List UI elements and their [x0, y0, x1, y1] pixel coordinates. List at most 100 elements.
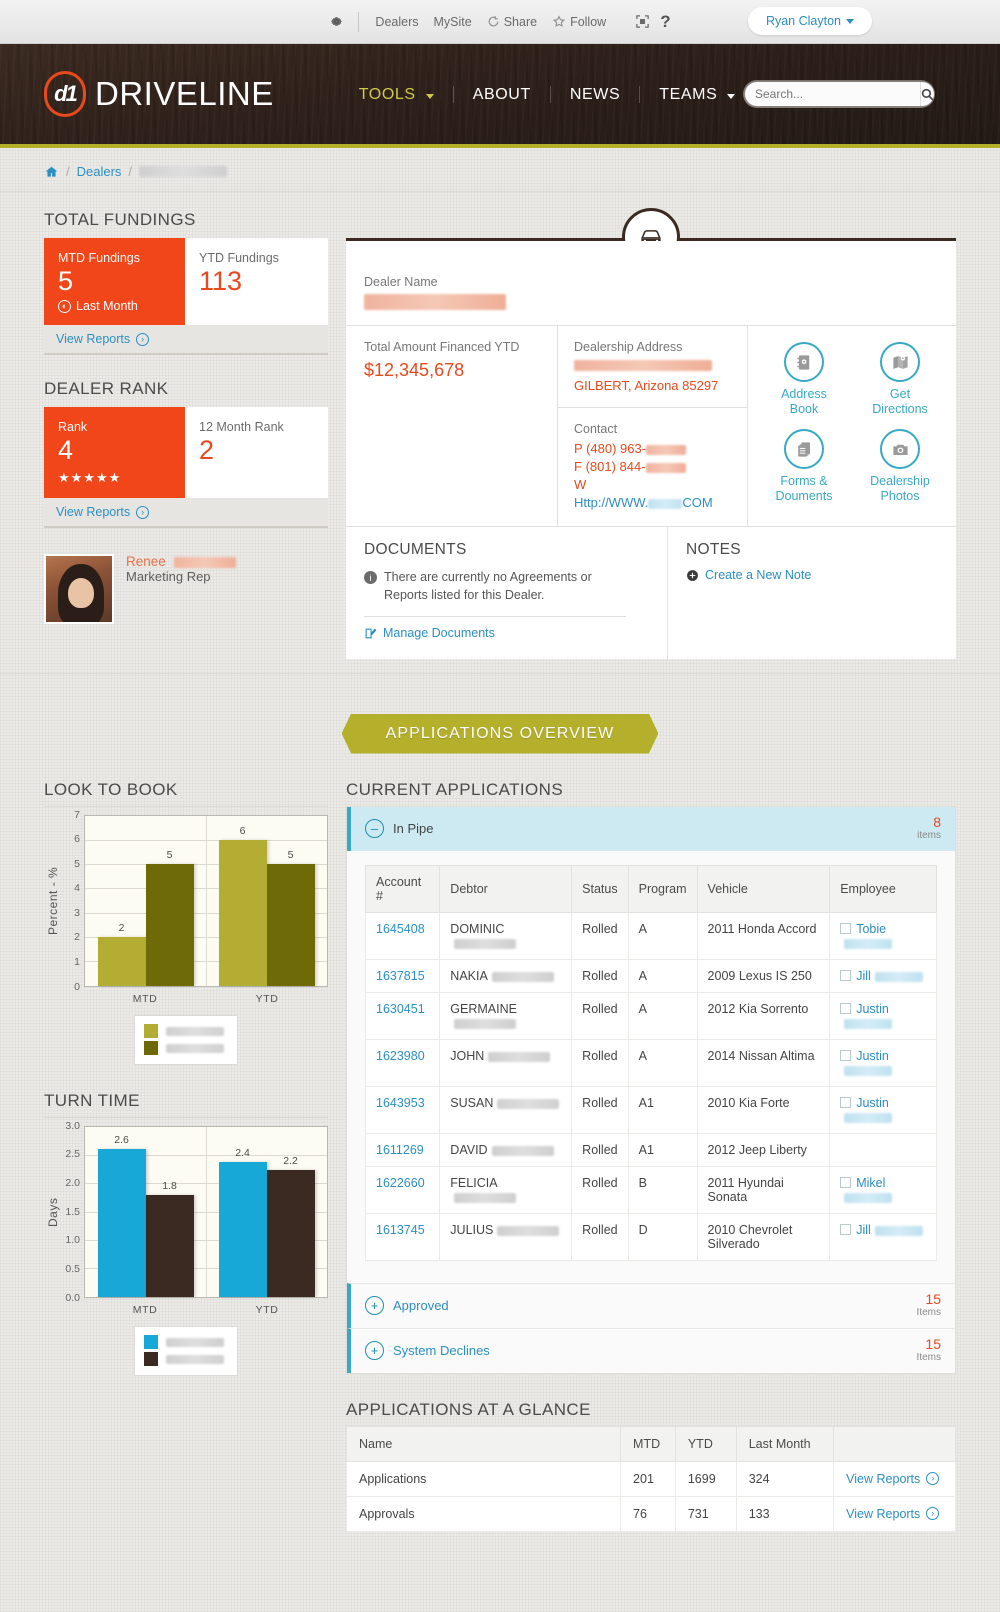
total-fundings-heading: TOTAL FUNDINGS: [44, 210, 196, 229]
right-column: Dealer Name Total Amount Financed YTD $1…: [346, 208, 956, 659]
help-icon[interactable]: ?: [660, 12, 670, 32]
documents-panel: DOCUMENTS i There are currently no Agree…: [346, 527, 668, 659]
phone-row: P (480) 963-: [574, 441, 731, 456]
employee-name: Mikel: [856, 1175, 886, 1190]
gear-icon[interactable]: [329, 14, 344, 29]
cell-account: 1645408: [364, 911, 441, 960]
account-link[interactable]: 1643953: [376, 1096, 425, 1110]
col-actions: [833, 1425, 956, 1462]
view-reports-rank[interactable]: View Reports ›: [56, 505, 150, 519]
xtick-ytd: YTD: [255, 1303, 279, 1316]
current-applications-heading: CURRENT APPLICATIONS: [346, 779, 564, 799]
search-input[interactable]: [745, 82, 920, 106]
employee-checkbox[interactable]: [840, 1223, 852, 1235]
nav-teams[interactable]: TEAMS: [640, 86, 754, 103]
xtick-ytd: YTD: [255, 992, 279, 1005]
last-month-label: Last Month: [76, 299, 138, 313]
account-link[interactable]: 1637815: [376, 969, 425, 983]
account-link[interactable]: 1613745: [376, 1223, 425, 1237]
account-link[interactable]: 1645408: [376, 922, 425, 936]
user-name: Ryan Clayton: [765, 14, 841, 28]
search-button[interactable]: [920, 82, 934, 106]
website-redacted: [648, 499, 683, 509]
quick-action-get-directions[interactable]: Get Directions: [852, 342, 948, 417]
mtd-fundings-sub[interactable]: ◐ Last Month: [58, 299, 171, 313]
accordion-header-in-pipe[interactable]: – In Pipe 8 items: [347, 806, 955, 851]
in-pipe-count-value: 8: [933, 813, 941, 830]
divider: [44, 1116, 328, 1118]
chevron-right-circle-icon: ›: [926, 1507, 940, 1520]
quick-action-address-book[interactable]: Address Book: [756, 342, 852, 417]
accordion-header-approved[interactable]: + Approved 15 Items: [347, 1282, 955, 1328]
view-reports-fundings[interactable]: View Reports ›: [56, 332, 150, 346]
dealer-name-label: Dealer Name: [364, 275, 438, 289]
employee-checkbox[interactable]: [840, 969, 852, 981]
cell-debtor: DAVID: [439, 1132, 573, 1167]
account-link[interactable]: 1630451: [376, 1002, 425, 1016]
home-icon[interactable]: [44, 165, 59, 179]
account-link[interactable]: 1611269: [376, 1143, 424, 1157]
employee-redacted: [844, 1192, 893, 1203]
turn-time-title: TURN TIME: [44, 1090, 140, 1110]
table-row: 1637815 NAKIA Rolled A 2009 Lexus IS 250 Jill: [364, 958, 937, 993]
utility-link-share[interactable]: Share: [487, 15, 537, 29]
breadcrumb-separator: /: [128, 164, 133, 179]
cell-vehicle: 2010 Kia Forte: [696, 1085, 831, 1134]
view-reports-link[interactable]: View Reports ›: [846, 1507, 940, 1521]
user-menu[interactable]: Ryan Clayton: [747, 7, 872, 35]
legend-label-redacted: [166, 1354, 224, 1364]
nav-about[interactable]: ABOUT: [454, 85, 551, 103]
create-note-link[interactable]: Create a New Note: [686, 568, 811, 582]
rank-value: 4: [58, 435, 74, 465]
col-mtd: MTD: [620, 1425, 676, 1462]
view-reports-link[interactable]: View Reports ›: [846, 1472, 940, 1486]
bar-group-ytd: 6 5: [206, 816, 327, 986]
fullscreen-icon[interactable]: [635, 14, 650, 29]
applications-overview: LOOK TO BOOK Percent - % 7 6 5 4 3 2 1 0: [0, 780, 1000, 1532]
employee-checkbox[interactable]: [840, 1176, 852, 1188]
utility-link-follow[interactable]: Follow: [552, 15, 606, 29]
utility-link-mysite[interactable]: MySite: [434, 15, 472, 29]
account-link[interactable]: 1623980: [376, 1049, 425, 1063]
account-link[interactable]: 1622660: [376, 1176, 425, 1190]
cell-program: A: [627, 958, 698, 993]
employee-checkbox[interactable]: [840, 1049, 852, 1061]
twelve-month-rank-tile: 12 Month Rank 2: [185, 407, 328, 498]
manage-documents-link[interactable]: Manage Documents: [364, 626, 495, 640]
col-vehicle: Vehicle: [696, 864, 831, 913]
nav-news[interactable]: NEWS: [551, 85, 641, 103]
nav-tools[interactable]: TOOLS: [340, 85, 454, 103]
quick-action-dealership-photos[interactable]: Dealership Photos: [852, 429, 948, 504]
quick-action-forms-documents[interactable]: Forms & Douments: [756, 429, 852, 504]
ytd-fundings-tile: YTD Fundings 113: [185, 238, 328, 325]
cell-employee: Justin: [829, 1085, 937, 1134]
table-row: 1643953 SUSAN Rolled A1 2010 Kia Forte Justin: [364, 1085, 937, 1134]
col-debtor: Debtor: [439, 864, 573, 913]
employee-checkbox[interactable]: [840, 1096, 852, 1108]
approved-count-unit: Items: [916, 1306, 941, 1318]
applications-overview-banner: APPLICATIONS OVERVIEW: [341, 713, 659, 754]
employee-checkbox[interactable]: [840, 922, 852, 934]
breadcrumb-separator: /: [66, 164, 70, 179]
logo[interactable]: d1 DRIVELINE: [44, 71, 274, 117]
legend-item: [144, 1040, 228, 1057]
clock-icon: ◐: [58, 299, 71, 313]
bar-tt-s1-ytd: 2.4: [218, 1147, 267, 1297]
debtor-redacted: [488, 1051, 551, 1062]
website-row[interactable]: Http://WWW. COM: [574, 495, 731, 510]
cell-account: 1630451: [364, 991, 441, 1040]
col-employee: Employee: [829, 864, 937, 913]
legend-swatch: [144, 1041, 158, 1055]
cell-program: B: [627, 1165, 698, 1214]
bar-tt-s1-mtd: 2.6: [97, 1134, 146, 1297]
breadcrumb-item-dealers[interactable]: Dealers: [77, 164, 122, 179]
bar-ltb-s1-mtd: 2: [97, 922, 146, 986]
employee-name: Jill: [856, 968, 871, 983]
accordion-header-system-declines[interactable]: + System Declines 15 Items: [347, 1327, 955, 1373]
share-icon: [487, 15, 500, 28]
employee-checkbox[interactable]: [840, 1002, 852, 1014]
debtor-redacted: [497, 1225, 560, 1236]
cell-program: A: [627, 911, 698, 960]
utility-link-dealers[interactable]: Dealers: [375, 15, 418, 29]
legend-item: [144, 1334, 228, 1351]
